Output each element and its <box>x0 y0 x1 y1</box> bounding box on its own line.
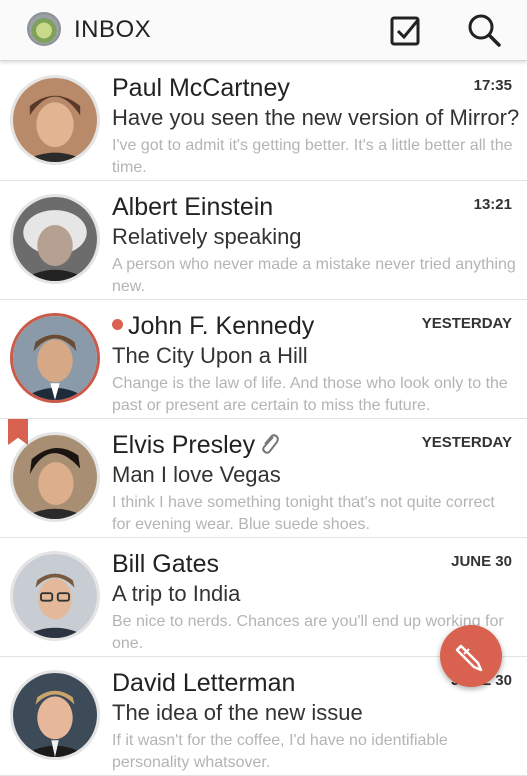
message-subject: The idea of the new issue <box>112 700 363 725</box>
sender-name: John F. Kennedy <box>112 312 314 341</box>
message-preview: I think I have something tonight that's … <box>112 494 495 533</box>
message-subject: Man I love Vegas <box>112 462 281 487</box>
compose-pen-icon <box>455 644 483 672</box>
attachment-icon <box>259 433 279 462</box>
app-header: INBOX <box>0 0 527 61</box>
bookmark-icon <box>8 419 28 445</box>
message-time: YESTERDAY <box>421 434 512 451</box>
message-time: 17:35 <box>473 77 512 94</box>
sender-name: David Letterman <box>112 669 296 697</box>
app-logo-icon[interactable] <box>27 12 61 46</box>
avatar[interactable] <box>10 670 100 760</box>
search-icon[interactable] <box>464 10 504 50</box>
message-row[interactable]: John F. Kennedy YESTERDAY The City Upon … <box>0 300 527 419</box>
message-preview: If it wasn't for the coffee, I'd have no… <box>112 732 448 771</box>
message-time: 13:21 <box>473 196 512 213</box>
message-preview: I've got to admit it's getting better. I… <box>112 137 513 176</box>
sender-name: Paul McCartney <box>112 74 290 102</box>
message-subject: Have you seen the new version of Mirror? <box>112 105 520 130</box>
message-preview: A person who never made a mistake never … <box>112 256 516 295</box>
message-row[interactable]: Elvis Presley YESTERDAY Man I love Vegas… <box>0 419 527 538</box>
message-subject: The City Upon a Hill <box>112 343 308 368</box>
message-time: JUNE 30 <box>451 553 512 570</box>
message-preview: Change is the law of life. And those who… <box>112 375 508 414</box>
unread-dot-icon <box>112 319 123 330</box>
message-row[interactable]: Albert Einstein 13:21 Relatively speakin… <box>0 181 527 300</box>
message-row[interactable]: Paul McCartney 17:35 Have you seen the n… <box>0 62 527 181</box>
sender-name: Albert Einstein <box>112 193 274 221</box>
avatar[interactable] <box>10 194 100 284</box>
compose-button[interactable] <box>440 625 502 687</box>
select-checkbox-icon[interactable] <box>386 10 426 50</box>
avatar[interactable] <box>10 551 100 641</box>
avatar[interactable] <box>10 432 100 522</box>
page-title: INBOX <box>74 16 152 43</box>
avatar[interactable] <box>10 75 100 165</box>
message-time: YESTERDAY <box>421 315 512 332</box>
message-subject: A trip to India <box>112 581 241 606</box>
sender-name: Elvis Presley <box>112 431 279 462</box>
avatar[interactable] <box>10 313 100 403</box>
sender-name: Bill Gates <box>112 550 219 578</box>
message-subject: Relatively speaking <box>112 224 302 249</box>
